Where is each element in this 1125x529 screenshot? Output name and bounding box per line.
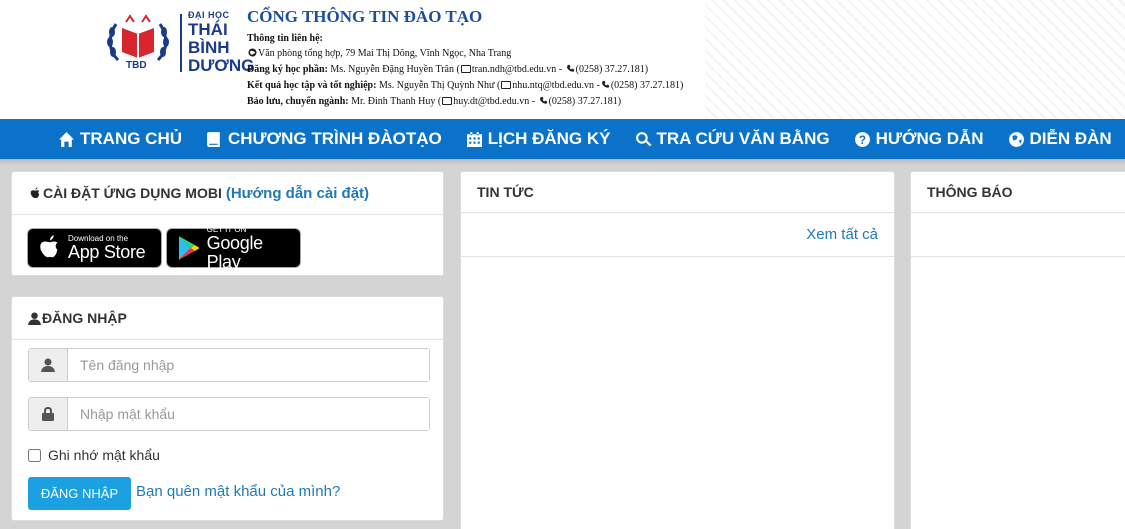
nav-item-registration-schedule[interactable]: LỊCH ĐĂNG KÝ bbox=[466, 129, 611, 149]
lock-icon bbox=[42, 407, 54, 421]
contact-heading-text: Thông tin liên hệ: bbox=[247, 33, 323, 44]
user-icon bbox=[41, 358, 55, 372]
login-button[interactable]: ĐĂNG NHẬP bbox=[28, 477, 131, 510]
logo-line-1: THÁI bbox=[188, 20, 228, 39]
install-guide-link[interactable]: (Hướng dẫn cài đặt) bbox=[226, 185, 369, 202]
globe-icon bbox=[248, 48, 257, 57]
google-play-icon bbox=[178, 236, 200, 260]
envelope-icon bbox=[501, 81, 512, 89]
notice-panel: THÔNG BÁO bbox=[910, 171, 1125, 529]
google-play-text: GET IT ON Google Play bbox=[207, 225, 300, 272]
university-logo[interactable]: TBD ĐẠI HỌC THÁI BÌNH DƯƠNG bbox=[104, 10, 254, 76]
globe-icon bbox=[1008, 131, 1024, 147]
envelope-icon bbox=[442, 97, 453, 105]
username-field bbox=[28, 348, 430, 382]
notice-divider bbox=[911, 256, 1125, 257]
nav-label: TRANG CHỦ bbox=[80, 129, 182, 148]
results-label: Kết quả học tập và tốt nghiệp: bbox=[247, 80, 377, 91]
logo-line-2: BÌNH bbox=[188, 38, 230, 57]
nav-label: LỊCH ĐĂNG KÝ bbox=[487, 129, 611, 148]
mobile-app-panel: CÀI ĐẶT ỨNG DỤNG MOBI (Hướng dẫn cài đặt… bbox=[11, 171, 444, 276]
username-addon bbox=[29, 349, 68, 381]
archive-label: Bảo lưu, chuyển ngành: bbox=[247, 96, 349, 107]
archive-person: Mr. Đinh Thanh Huy ( bbox=[351, 96, 442, 107]
google-play-big: Google Play bbox=[206, 232, 264, 272]
password-field bbox=[28, 397, 430, 431]
envelope-icon bbox=[460, 65, 471, 73]
registration-label: Đăng ký học phần: bbox=[247, 64, 328, 75]
header-background-pattern bbox=[705, 0, 1125, 119]
app-store-big: App Store bbox=[68, 242, 146, 262]
password-addon bbox=[29, 398, 68, 430]
news-title: TIN TỨC bbox=[477, 184, 534, 200]
google-play-button[interactable]: GET IT ON Google Play bbox=[166, 225, 301, 271]
mobile-app-panel-header: CÀI ĐẶT ỨNG DỤNG MOBI (Hướng dẫn cài đặt… bbox=[12, 172, 443, 215]
news-divider bbox=[461, 256, 894, 257]
site-header: TBD ĐẠI HỌC THÁI BÌNH DƯƠNG CỔNG THÔNG T… bbox=[0, 0, 1125, 119]
user-icon bbox=[28, 311, 41, 325]
remember-me-label: Ghi nhớ mật khẩu bbox=[48, 447, 160, 463]
contact-heading: Thông tin liên hệ: bbox=[247, 32, 323, 46]
remember-me-checkbox[interactable] bbox=[28, 448, 41, 462]
contact-registration: Đăng ký học phần: Ms. Nguyễn Đặng Huyền … bbox=[247, 63, 648, 77]
password-input[interactable] bbox=[68, 398, 429, 430]
question-icon: ? bbox=[854, 131, 870, 147]
calendar-icon bbox=[466, 131, 482, 147]
forgot-password-link[interactable]: Bạn quên mật khẩu của mình? bbox=[136, 483, 340, 500]
login-panel: ĐĂNG NHẬP Ghi nhớ mật khẩu ĐĂNG NHẬP Bạn… bbox=[11, 296, 444, 521]
mobile-app-title: CÀI ĐẶT ỨNG DỤNG MOBI bbox=[43, 185, 222, 201]
login-panel-header: ĐĂNG NHẬP bbox=[12, 297, 443, 340]
archive-phone: (0258) 37.27.181) bbox=[548, 96, 622, 107]
logo-line-3: DƯƠNG bbox=[188, 56, 255, 75]
logo-abbr: TBD bbox=[126, 60, 147, 71]
apple-icon bbox=[40, 235, 58, 258]
phone-icon bbox=[566, 64, 574, 72]
nav-item-home[interactable]: TRANG CHỦ bbox=[58, 129, 182, 149]
main-navigation: TRANG CHỦ CHƯƠNG TRÌNH ĐÀOTẠO LỊCH ĐĂNG … bbox=[0, 119, 1125, 159]
search-icon bbox=[635, 131, 651, 146]
remember-me[interactable]: Ghi nhớ mật khẩu bbox=[28, 447, 160, 463]
notice-title: THÔNG BÁO bbox=[927, 184, 1013, 200]
notice-panel-header: THÔNG BÁO bbox=[911, 172, 1125, 213]
login-title: ĐĂNG NHẬP bbox=[42, 310, 127, 326]
contact-address-text: Văn phòng tổng hợp, 79 Mai Thị Dõng, Vĩn… bbox=[258, 48, 512, 59]
news-panel: TIN TỨC Xem tất cả bbox=[460, 171, 895, 529]
contact-archive: Bảo lưu, chuyển ngành: Mr. Đinh Thanh Hu… bbox=[247, 95, 621, 109]
contact-results: Kết quả học tập và tốt nghiệp: Ms. Nguyễ… bbox=[247, 79, 683, 93]
results-phone: (0258) 37.27.181) bbox=[610, 80, 684, 91]
nav-label: CHƯƠNG TRÌNH ĐÀOTẠO bbox=[228, 129, 442, 148]
phone-icon bbox=[539, 96, 547, 104]
registration-email[interactable]: tran.ndh@tbd.edu.vn - bbox=[472, 64, 562, 75]
results-email[interactable]: nhu.ntq@tbd.edu.vn - bbox=[512, 80, 600, 91]
news-panel-header: TIN TỨC bbox=[461, 172, 894, 213]
username-input[interactable] bbox=[68, 349, 429, 381]
nav-item-curriculum[interactable]: CHƯƠNG TRÌNH ĐÀOTẠO bbox=[206, 129, 442, 149]
logo-divider bbox=[180, 14, 182, 72]
home-icon bbox=[59, 131, 74, 147]
news-see-all-link[interactable]: Xem tất cả bbox=[806, 226, 878, 243]
store-badges: Download on the App Store GET IT ON Goog… bbox=[27, 225, 305, 271]
app-store-text: Download on the App Store bbox=[68, 234, 146, 262]
book-icon bbox=[207, 131, 220, 147]
logo-wordmark: ĐẠI HỌC THÁI BÌNH DƯƠNG bbox=[188, 10, 254, 75]
nav-item-guide[interactable]: ? HƯỚNG DẪN bbox=[854, 129, 984, 149]
registration-person: Ms. Nguyễn Đặng Huyền Trân ( bbox=[330, 64, 460, 75]
contact-address: Văn phòng tổng hợp, 79 Mai Thị Dõng, Vĩn… bbox=[247, 47, 511, 61]
nav-label: DIỄN ĐÀN bbox=[1029, 129, 1112, 148]
portal-title: CỔNG THÔNG TIN ĐÀO TẠO bbox=[247, 7, 483, 26]
results-person: Ms. Nguyễn Thị Quỳnh Như ( bbox=[378, 80, 501, 91]
phone-icon bbox=[601, 80, 609, 88]
nav-label: HƯỚNG DẪN bbox=[875, 129, 984, 148]
nav-item-diploma-lookup[interactable]: TRA CỨU VĂN BẰNG bbox=[635, 129, 830, 149]
nav-shadow bbox=[0, 159, 1125, 165]
nav-item-forum[interactable]: DIỄN ĐÀN bbox=[1008, 129, 1112, 149]
registration-phone: (0258) 37.27.181) bbox=[575, 64, 649, 75]
apple-icon bbox=[30, 186, 40, 198]
archive-email[interactable]: huy.dt@tbd.edu.vn - bbox=[453, 96, 535, 107]
app-store-button[interactable]: Download on the App Store bbox=[27, 228, 162, 268]
nav-label: TRA CỨU VĂN BẰNG bbox=[656, 129, 830, 148]
svg-text:?: ? bbox=[859, 133, 866, 146]
